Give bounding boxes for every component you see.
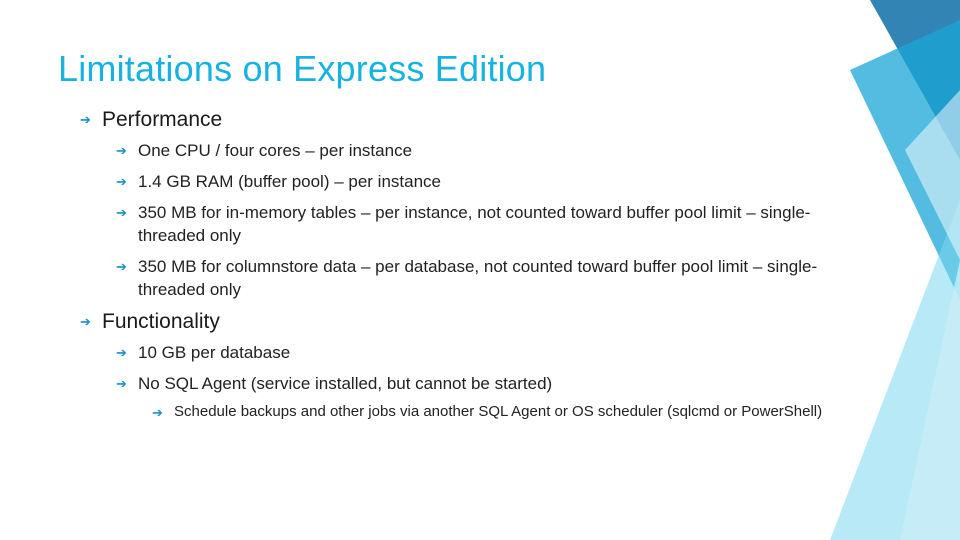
arrow-icon: ➔ (116, 173, 130, 196)
slide: Limitations on Express Edition ➔ Perform… (0, 0, 960, 540)
section-heading-text: Performance (102, 108, 870, 132)
list-item: ➔ One CPU / four cores – per instance (116, 140, 870, 163)
section-heading: ➔ Performance (80, 108, 870, 132)
list-item: ➔ No SQL Agent (service installed, but c… (116, 373, 870, 396)
arrow-icon: ➔ (116, 142, 130, 165)
list-item-text: 1.4 GB RAM (buffer pool) – per instance (138, 171, 870, 194)
arrow-icon: ➔ (80, 112, 94, 136)
slide-title: Limitations on Express Edition (58, 48, 870, 90)
sub-list-item-text: Schedule backups and other jobs via anot… (174, 402, 870, 422)
arrow-icon: ➔ (116, 204, 130, 250)
list-item: ➔ 350 MB for columnstore data – per data… (116, 256, 870, 302)
arrow-icon: ➔ (116, 258, 130, 304)
section-heading: ➔ Functionality (80, 310, 870, 334)
arrow-icon: ➔ (116, 375, 130, 398)
arrow-icon: ➔ (116, 344, 130, 367)
list-item: ➔ 1.4 GB RAM (buffer pool) – per instanc… (116, 171, 870, 194)
slide-content: Limitations on Express Edition ➔ Perform… (58, 48, 870, 426)
list-item-text: No SQL Agent (service installed, but can… (138, 373, 870, 396)
arrow-icon: ➔ (80, 314, 94, 338)
list-item-text: 350 MB for columnstore data – per databa… (138, 256, 870, 302)
list-item-text: 350 MB for in-memory tables – per instan… (138, 202, 870, 248)
list-item: ➔ 10 GB per database (116, 342, 870, 365)
list-item-text: 10 GB per database (138, 342, 870, 365)
section-heading-text: Functionality (102, 310, 870, 334)
sub-list-item: ➔ Schedule backups and other jobs via an… (152, 402, 870, 422)
list-item-text: One CPU / four cores – per instance (138, 140, 870, 163)
arrow-icon: ➔ (152, 404, 166, 424)
list-item: ➔ 350 MB for in-memory tables – per inst… (116, 202, 870, 248)
